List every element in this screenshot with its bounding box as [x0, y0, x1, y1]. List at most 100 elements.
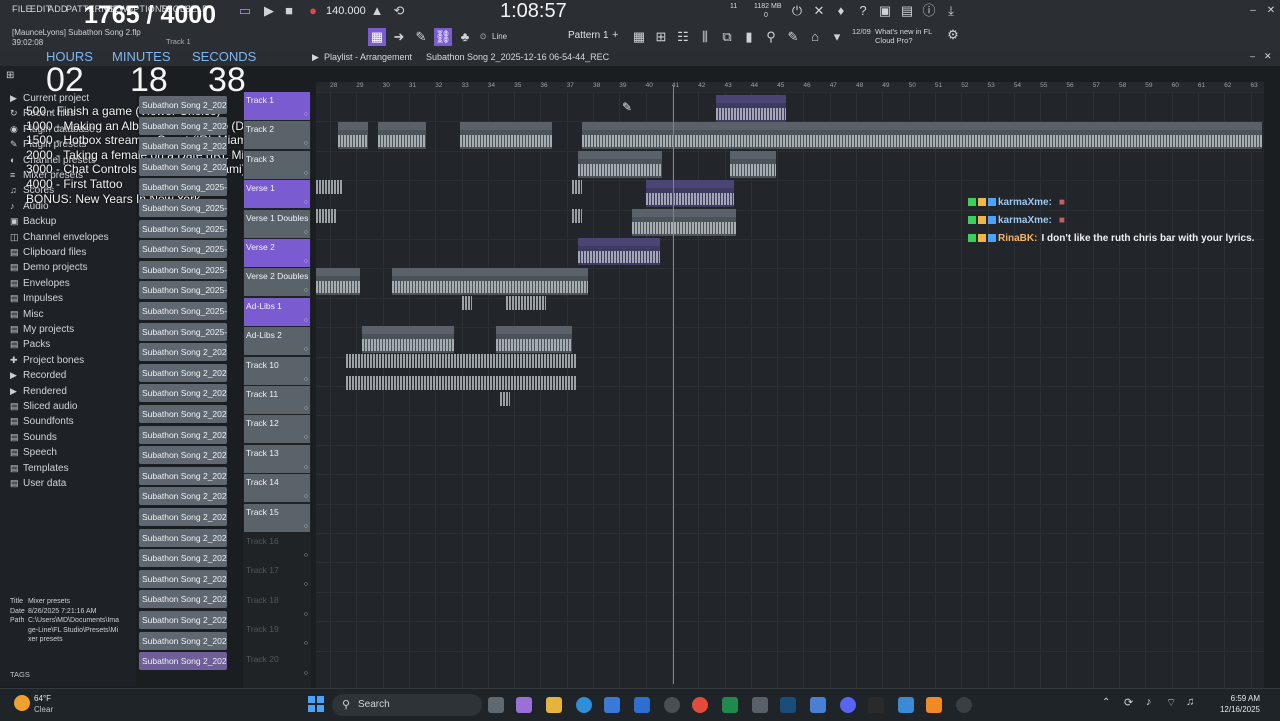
track-header[interactable]: Verse 2 Doubles ○ — [244, 268, 310, 297]
audio-clip[interactable]: Subathon Son..6 06-51-53_REC — [632, 209, 736, 236]
audio-clip[interactable]: Subatho..53-52_REC — [716, 95, 786, 122]
channel-button[interactable]: Subathon Song_2025-12... — [139, 322, 227, 341]
discord-icon[interactable] — [840, 697, 856, 713]
task-view-icon[interactable] — [488, 697, 504, 713]
track-header[interactable]: Track 20 ○ — [244, 651, 310, 679]
audio-clip[interactable]: BJ x M Row x ..od santana) — [460, 122, 552, 149]
media-player-icon[interactable] — [956, 697, 972, 713]
track-mute-icon[interactable]: ○ — [304, 493, 308, 500]
download-icon[interactable]: ⤓ — [942, 2, 960, 20]
channel-button[interactable]: Subathon Song 2_2025-1... — [139, 611, 227, 629]
track-header[interactable]: Track 13 ○ — [244, 444, 310, 473]
browser-item[interactable]: ▤ Misc — [10, 307, 44, 321]
menu-file[interactable]: FILE — [12, 4, 32, 14]
clipboard-icon[interactable]: ▮ — [740, 28, 758, 46]
channel-button[interactable]: Subathon Song 2_2025-12... — [139, 96, 227, 114]
channel-button[interactable]: Subathon Song_2025-12... — [139, 178, 227, 197]
search-box[interactable]: ⚲ Search — [332, 694, 482, 716]
outlook-icon[interactable] — [634, 697, 650, 713]
playlist-icon[interactable]: ▦ — [630, 28, 648, 46]
channel-rack-icon[interactable]: ☷ — [674, 28, 692, 46]
track-header[interactable]: Track 14 ○ — [244, 474, 310, 503]
track-mute-icon[interactable]: ○ — [304, 140, 308, 147]
clock-date[interactable]: 12/16/2025 — [1198, 705, 1260, 714]
arrow-icon[interactable]: ➜ — [390, 28, 408, 46]
track-mute-icon[interactable]: ○ — [304, 346, 308, 353]
tray-wifi-icon[interactable]: ⌔ — [1166, 696, 1176, 710]
mic-icon[interactable]: ♦ — [832, 2, 850, 20]
browser-item[interactable]: ▤ Demo projects — [10, 260, 87, 274]
track-header[interactable]: Verse 2 ○ — [244, 239, 310, 267]
minimize-icon[interactable]: – — [1244, 2, 1262, 20]
track-mute-icon[interactable]: ○ — [304, 405, 308, 412]
track-mute-icon[interactable]: ○ — [304, 376, 308, 383]
notepad-icon[interactable] — [810, 697, 826, 713]
tool-pointer-icon[interactable]: ▦ — [368, 28, 386, 46]
save-icon[interactable]: ▣ — [876, 2, 894, 20]
steam-icon[interactable] — [780, 697, 796, 713]
windows-start-icon[interactable] — [308, 696, 324, 712]
news-text[interactable]: What's new in FL Cloud Pro? — [875, 27, 945, 45]
channel-button[interactable]: Subathon Song 2_2025-1... — [139, 425, 227, 444]
undo-history-icon[interactable]: ⏻ — [788, 2, 806, 20]
audio-clip[interactable]: S..EC — [362, 326, 454, 353]
link-icon[interactable]: ⛓ — [434, 28, 452, 46]
browser-item[interactable]: ▤ Sliced audio — [10, 399, 77, 413]
browser-item[interactable]: ▤ Soundfonts — [10, 414, 74, 428]
excel-icon[interactable] — [722, 697, 738, 713]
export-icon[interactable]: ▤ — [898, 2, 916, 20]
audio-clip[interactable]: Subathon S..-39-30_REC — [578, 151, 662, 178]
track-mute-icon[interactable]: ○ — [304, 170, 308, 177]
channel-button[interactable]: Subathon Song 2_2025-1... — [139, 631, 227, 650]
playlist-arrow-icon[interactable]: ▶ — [312, 52, 319, 63]
channel-button[interactable]: Subathon Song 2_2025-1... — [139, 590, 227, 609]
browser-item[interactable]: ▤ Sounds — [10, 430, 57, 444]
track-header[interactable]: Track 17 ○ — [244, 562, 310, 590]
add-pattern-icon[interactable]: + — [612, 29, 618, 41]
window-close-icon[interactable]: ✕ — [1264, 51, 1272, 62]
tray-mic-icon[interactable]: ♪ — [1146, 696, 1152, 708]
track-header[interactable]: Track 12 ○ — [244, 415, 310, 444]
track-header[interactable]: Track 11 ○ — [244, 386, 310, 414]
channel-button[interactable]: Subathon Song 2_2025-1... — [139, 405, 227, 423]
browser-item[interactable]: ▤ Impulses — [10, 291, 63, 305]
tray-network-icon[interactable]: ⟳ — [1124, 696, 1133, 709]
browser-item[interactable]: ✚ Project bones — [10, 353, 84, 367]
track-header[interactable]: Ad-Libs 2 ○ — [244, 327, 310, 356]
metronome-icon[interactable]: ▲ — [368, 2, 386, 20]
pattern-song-toggle[interactable]: ▭ — [236, 2, 254, 20]
edge-icon[interactable] — [576, 697, 592, 713]
channel-button[interactable]: Subathon Song 2_2025-1... — [139, 343, 227, 362]
shop-icon[interactable]: ▾ — [828, 28, 846, 46]
track-header[interactable]: Track 19 ○ — [244, 621, 310, 649]
snap-value[interactable]: Line — [492, 32, 507, 41]
browser-item[interactable]: ▤ User data — [10, 476, 66, 490]
audio-clip[interactable]: Subathon S..6-50-59_REC — [646, 180, 734, 207]
store-icon[interactable] — [604, 697, 620, 713]
track-header[interactable]: Track 18 ○ — [244, 592, 310, 620]
channel-button[interactable]: Subathon Song 2_2025-1... — [139, 652, 227, 671]
browser-menu-icon[interactable]: ⊞ — [6, 70, 14, 81]
browser-item[interactable]: ▶ Recorded — [10, 368, 66, 382]
track-header[interactable]: Verse 1 ○ — [244, 180, 310, 209]
draw-icon[interactable]: ✎ — [412, 28, 430, 46]
audio-clip[interactable]: BJ x M Row x Mhady2hottie Type Beat Hell… — [582, 122, 1262, 149]
channel-button[interactable]: Subathon Song 2_2025-1... — [139, 528, 227, 547]
playhead[interactable] — [673, 86, 674, 684]
capcut-icon[interactable] — [752, 697, 768, 713]
stop-icon[interactable]: ■ — [280, 2, 298, 20]
record-icon[interactable]: ● — [304, 2, 322, 20]
info-icon[interactable]: ⓘ — [920, 2, 938, 20]
mixer-icon[interactable]: ⫼ — [696, 28, 714, 46]
browser-item[interactable]: ▤ Envelopes — [10, 276, 70, 290]
channel-button[interactable]: Subathon Song_2025-12... — [139, 302, 227, 320]
copilot-icon[interactable] — [516, 697, 532, 713]
track-mute-icon[interactable]: ○ — [304, 111, 308, 118]
piano-roll-icon[interactable]: ⊞ — [652, 28, 670, 46]
audio-clip[interactable]: Subathon..-40-06_REC — [578, 238, 660, 265]
playlist-area[interactable]: Subatho..53-52_REC B..na) B..na) BJ x M Row… — [316, 92, 1264, 688]
timeline-ruler[interactable]: 28 29 30 31 32 33 34 35 36 37 38 39 40 41 42 43 44 45 46 47… — [316, 82, 1264, 92]
track-mute-icon[interactable]: ○ — [304, 199, 308, 206]
audio-clip[interactable]: Subathon Song_2025-12-11 07-20-04_REC — [392, 268, 588, 295]
tray-chevron-icon[interactable]: ⌃ — [1102, 697, 1110, 708]
